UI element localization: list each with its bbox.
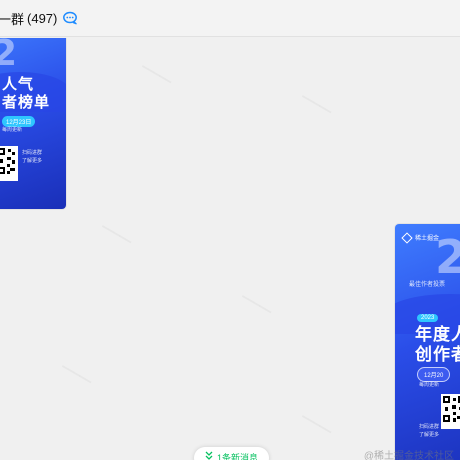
poster-brand: 稀土掘金 bbox=[401, 231, 439, 244]
qr-caption-1: 扫码进群 bbox=[22, 150, 43, 156]
qr-code-icon bbox=[441, 394, 460, 429]
qr-caption-1: 扫码进群 bbox=[419, 424, 440, 430]
poster-image-right[interactable]: 稀土掘金 2 最佳作者投票 2023 年度人 创作者 12月20 每周更新 bbox=[395, 224, 460, 460]
chat-title[interactable]: 一群 bbox=[0, 9, 24, 28]
message-list[interactable]: ━━━━━ ━━━━━ ━━━━━ ━━━━━ ━━━━━ ━━━━━ 2 人气… bbox=[0, 38, 460, 460]
poster-info-line: 每周更新 bbox=[419, 382, 440, 388]
brand-logo-icon bbox=[401, 231, 413, 244]
poster-date-pill: 12月20 bbox=[417, 367, 451, 382]
poster-headline-line1: 人气 bbox=[2, 76, 35, 93]
double-chevron-down-icon bbox=[205, 451, 213, 460]
source-watermark: @稀土掘金技术社区 bbox=[363, 451, 454, 460]
poster-headline-line2: 创作者 bbox=[415, 345, 460, 364]
qr-caption-2: 了解更多 bbox=[419, 432, 440, 438]
poster-big-number: 2 bbox=[435, 230, 460, 284]
new-messages-button[interactable]: 1条新消息 bbox=[194, 447, 269, 460]
poster-big-number: 2 bbox=[0, 38, 18, 74]
chat-bubble-icon[interactable] bbox=[62, 10, 78, 26]
poster-image-left[interactable]: 2 人气 者榜单 12月23日 每周更新 扫码进群 了解更多 bbox=[0, 38, 66, 209]
poster-tagline: 最佳作者投票 bbox=[409, 282, 446, 288]
background-watermark: ━━━━━ ━━━━━ ━━━━━ ━━━━━ ━━━━━ ━━━━━ bbox=[0, 38, 460, 460]
chat-window: 一群 (497) ━━━━━ ━━━━━ ━━━━━ ━━━━━ ━━━━━ ━… bbox=[0, 0, 460, 460]
poster-year-badge: 2023 bbox=[417, 314, 439, 322]
poster-info-line: 每周更新 bbox=[2, 127, 23, 133]
chat-header: 一群 (497) bbox=[0, 0, 460, 37]
new-messages-label: 1条新消息 bbox=[216, 453, 258, 460]
poster-headline-line2: 者榜单 bbox=[2, 94, 51, 111]
member-count: (497) bbox=[27, 10, 58, 26]
poster-date-chip: 12月23日 bbox=[2, 116, 36, 127]
poster-headline-line1: 年度人 bbox=[415, 325, 460, 344]
qr-code-icon bbox=[0, 146, 18, 181]
qr-caption-2: 了解更多 bbox=[22, 158, 43, 164]
